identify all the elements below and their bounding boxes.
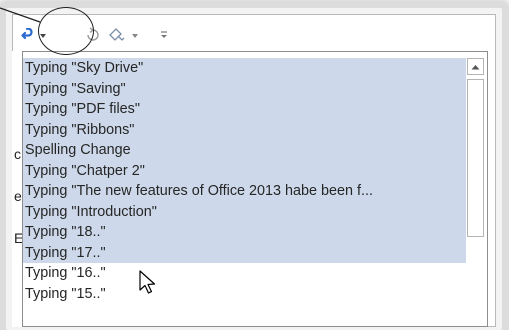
undo-icon bbox=[21, 28, 33, 40]
undo-history-list[interactable]: Typing "Sky Drive" Typing "Saving" Typin… bbox=[22, 51, 488, 327]
undo-list-item[interactable]: Typing "15.." bbox=[23, 283, 466, 304]
undo-dropdown-icon[interactable] bbox=[40, 34, 46, 38]
undo-list-item[interactable]: Typing "Chatper 2" bbox=[23, 160, 466, 181]
undo-list-item[interactable]: Typing "Sky Drive" bbox=[23, 58, 466, 79]
undo-list-item[interactable]: Typing "18.." bbox=[23, 222, 466, 243]
scroll-up-button[interactable] bbox=[467, 58, 484, 75]
undo-list-item[interactable]: Typing "17.." bbox=[23, 242, 466, 263]
vertical-scrollbar[interactable] bbox=[467, 58, 485, 326]
undo-list-item[interactable]: Typing "16.." bbox=[23, 263, 466, 284]
document-text-fragment: c bbox=[14, 146, 21, 162]
touch-mode-icon bbox=[109, 28, 125, 41]
document-text-fragment: e bbox=[14, 188, 22, 204]
touch-mode-dropdown-icon[interactable] bbox=[132, 34, 138, 38]
undo-list-item[interactable]: Spelling Change bbox=[23, 140, 466, 161]
scroll-thumb[interactable] bbox=[467, 79, 484, 237]
customize-qat-icon bbox=[161, 31, 167, 38]
undo-list-item[interactable]: Typing "Introduction" bbox=[23, 201, 466, 222]
redo-button[interactable] bbox=[85, 25, 107, 45]
undo-button[interactable] bbox=[21, 25, 57, 45]
touch-mode-button[interactable] bbox=[109, 25, 143, 45]
chevron-up-icon bbox=[471, 64, 480, 69]
redo-icon bbox=[87, 27, 99, 41]
quick-access-toolbar bbox=[13, 15, 495, 51]
undo-list-item[interactable]: Typing "Ribbons" bbox=[23, 119, 466, 140]
undo-items: Typing "Sky Drive" Typing "Saving" Typin… bbox=[23, 58, 466, 304]
undo-list-item[interactable]: Typing "Saving" bbox=[23, 78, 466, 99]
customize-qat-button[interactable] bbox=[159, 25, 175, 45]
undo-list-item[interactable]: Typing "The new features of Office 2013 … bbox=[23, 181, 466, 202]
undo-list-item[interactable]: Typing "PDF files" bbox=[23, 99, 466, 120]
